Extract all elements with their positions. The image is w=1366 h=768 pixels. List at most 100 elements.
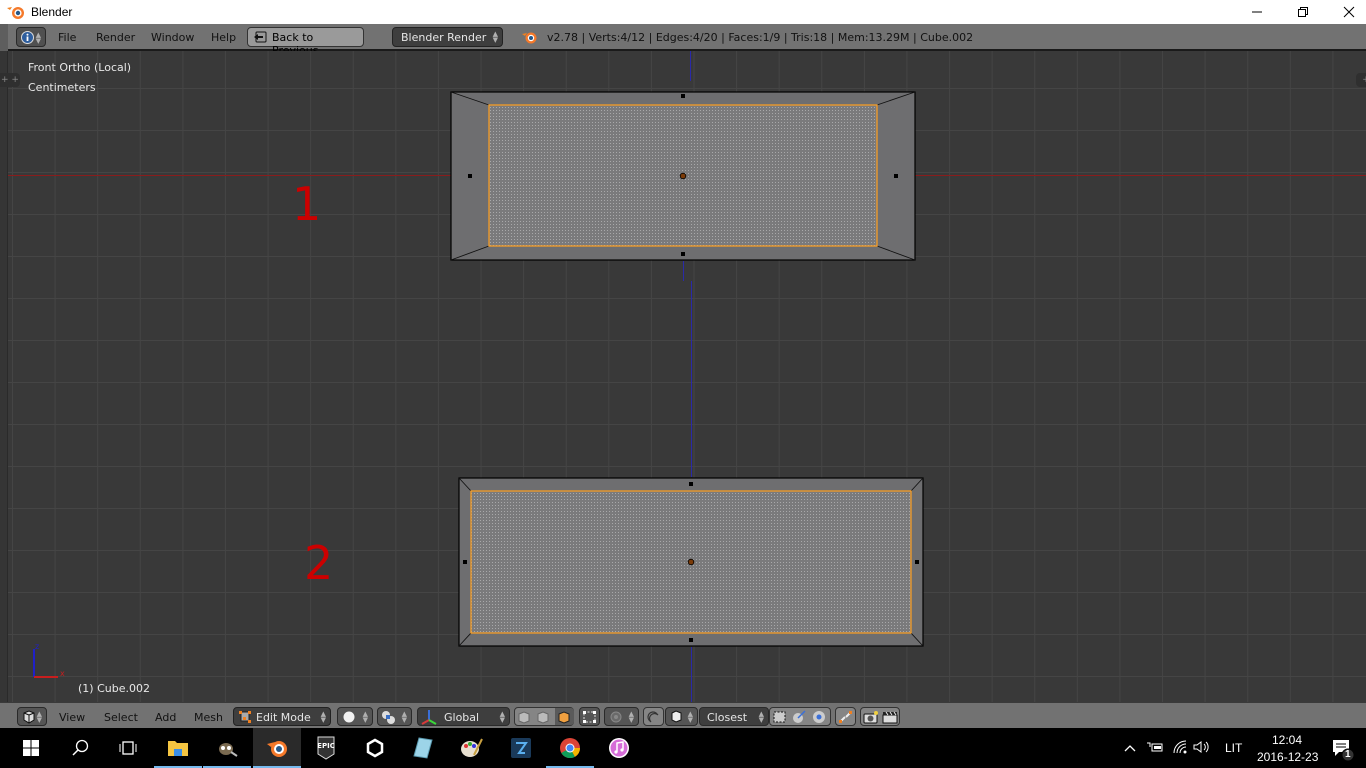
taskbar-epic-games[interactable]: EPIC bbox=[302, 728, 350, 768]
restore-button[interactable] bbox=[1280, 0, 1326, 24]
project-individual-icon[interactable] bbox=[812, 710, 827, 724]
info-header: ▲▼ File Render Window Help Back to Previ… bbox=[0, 24, 1366, 57]
search-button[interactable] bbox=[56, 728, 104, 768]
snap-self-icon[interactable] bbox=[772, 710, 787, 724]
spinner-icon: ▲ ▼ bbox=[320, 710, 326, 724]
taskbar-chrome[interactable] bbox=[546, 728, 594, 768]
z-axis-line bbox=[683, 261, 684, 281]
menu-view[interactable]: View bbox=[59, 711, 85, 724]
manipulator-icon[interactable] bbox=[420, 709, 438, 725]
taskbar-notepad[interactable] bbox=[399, 728, 447, 768]
taskbar-gimp[interactable] bbox=[203, 728, 251, 768]
clock-date[interactable]: 2016-12-23 bbox=[1257, 750, 1318, 764]
notification-count: 1 bbox=[1345, 749, 1351, 760]
vertex-select-icon[interactable] bbox=[517, 710, 531, 724]
task-view-button[interactable] bbox=[104, 728, 152, 768]
vertex[interactable] bbox=[894, 174, 898, 178]
back-to-previous-button[interactable]: Back to Previous bbox=[247, 27, 364, 57]
editor-type-selector[interactable]: ▲ ▼ bbox=[16, 27, 46, 47]
vertex[interactable] bbox=[689, 482, 693, 486]
snap-element-dropdown[interactable]: ▲ ▼ bbox=[665, 707, 698, 726]
vertex[interactable] bbox=[463, 560, 467, 564]
render-engine-dropdown[interactable]: Blender Render ▲ ▼ bbox=[392, 27, 503, 47]
info-icon bbox=[21, 31, 34, 44]
vertex[interactable] bbox=[681, 252, 685, 256]
taskbar-itunes[interactable] bbox=[595, 728, 643, 768]
clock-time[interactable]: 12:04 bbox=[1272, 733, 1302, 747]
menu-help[interactable]: Help bbox=[211, 31, 236, 44]
action-center-button[interactable]: 1 bbox=[1331, 739, 1355, 762]
render-engine-value: Blender Render bbox=[401, 31, 487, 44]
render-animation-icon[interactable] bbox=[882, 710, 898, 724]
menu-select[interactable]: Select bbox=[104, 711, 138, 724]
annotation-1: 1 bbox=[292, 177, 322, 231]
gimp-icon bbox=[219, 743, 238, 757]
spinner-icon: ▲ ▼ bbox=[362, 710, 368, 724]
scene-statistics: v2.78 | Verts:4/12 | Edges:4/20 | Faces:… bbox=[547, 31, 974, 44]
spinner-icon: ▲ ▼ bbox=[492, 30, 498, 44]
snap-element-icon bbox=[671, 710, 682, 723]
limit-selection-button[interactable] bbox=[579, 707, 600, 726]
taskbar-blender[interactable] bbox=[253, 728, 301, 768]
limit-selection-icon bbox=[583, 711, 596, 723]
snap-target-dropdown[interactable]: Closest ▲ ▼ bbox=[699, 707, 769, 726]
transform-orientation-dropdown[interactable]: Global ▲ ▼ bbox=[417, 707, 510, 726]
show-hidden-icons-chevron-icon[interactable] bbox=[1124, 743, 1136, 753]
battery-charging-icon[interactable] bbox=[1146, 741, 1164, 753]
file-explorer-icon bbox=[168, 741, 188, 756]
snap-toggle[interactable] bbox=[643, 707, 664, 726]
vertex[interactable] bbox=[689, 638, 693, 642]
close-button[interactable] bbox=[1326, 0, 1366, 24]
render-still-icon[interactable] bbox=[863, 710, 879, 724]
vertex[interactable] bbox=[468, 174, 472, 178]
face-center-dot bbox=[687, 558, 695, 566]
mesh-1[interactable] bbox=[450, 91, 916, 262]
restore-icon bbox=[1298, 7, 1308, 17]
taskbar-paint[interactable] bbox=[448, 728, 496, 768]
window-title: Blender bbox=[31, 5, 73, 19]
taskbar-launcher[interactable] bbox=[497, 728, 545, 768]
z-axis-label: z bbox=[35, 642, 39, 651]
face-select-icon[interactable] bbox=[557, 710, 571, 724]
snap-target-value: Closest bbox=[707, 711, 748, 724]
vertex[interactable] bbox=[915, 560, 919, 564]
interaction-mode-dropdown[interactable]: Edit Mode ▲ ▼ bbox=[233, 707, 331, 726]
menu-add[interactable]: Add bbox=[155, 711, 176, 724]
toolshelf-expand-tab[interactable]: + + bbox=[0, 73, 20, 87]
back-arrow-icon bbox=[254, 31, 267, 43]
menu-mesh[interactable]: Mesh bbox=[194, 711, 223, 724]
mesh-2[interactable] bbox=[458, 477, 924, 647]
taskbar-file-explorer[interactable] bbox=[154, 728, 202, 768]
menu-render[interactable]: Render bbox=[96, 31, 135, 44]
windows-logo-icon bbox=[23, 740, 39, 756]
volume-icon[interactable] bbox=[1193, 740, 1211, 754]
transform-orientation-value: Global bbox=[444, 711, 480, 724]
start-button[interactable] bbox=[7, 728, 55, 768]
taskbar-unity[interactable] bbox=[351, 728, 399, 768]
viewport-shading-icon bbox=[343, 711, 355, 723]
retopology-button[interactable] bbox=[835, 707, 856, 726]
3d-viewport[interactable]: + + + Front Ortho (Local) Centimeters 1 … bbox=[0, 51, 1366, 702]
spinner-icon: ▲ ▼ bbox=[35, 31, 41, 45]
input-language[interactable]: LIT bbox=[1225, 741, 1242, 755]
menu-file[interactable]: File bbox=[58, 31, 76, 44]
viewport-shading-dropdown[interactable]: ▲ ▼ bbox=[337, 707, 373, 726]
menu-window[interactable]: Window bbox=[151, 31, 194, 44]
snap-magnet-icon bbox=[647, 711, 659, 723]
snap-options-group bbox=[769, 707, 831, 726]
pivot-point-dropdown[interactable]: ▲ ▼ bbox=[377, 707, 412, 726]
window-title-bar: Blender bbox=[0, 0, 1366, 24]
minimize-button[interactable] bbox=[1234, 0, 1280, 24]
proportional-edit-dropdown[interactable]: ▲ ▼ bbox=[604, 707, 639, 726]
editor-cube-icon bbox=[23, 710, 35, 724]
align-rotation-icon[interactable] bbox=[792, 710, 807, 724]
close-icon bbox=[1343, 6, 1355, 18]
vertex[interactable] bbox=[681, 94, 685, 98]
editor-type-selector[interactable]: ▲ ▼ bbox=[17, 707, 47, 726]
properties-expand-tab[interactable]: + bbox=[1356, 73, 1366, 87]
axis-gizmo: z x bbox=[33, 642, 65, 678]
retopology-icon bbox=[839, 711, 852, 723]
proportional-edit-icon bbox=[610, 711, 622, 723]
edge-select-icon[interactable] bbox=[536, 710, 550, 724]
wifi-icon[interactable] bbox=[1172, 740, 1188, 754]
